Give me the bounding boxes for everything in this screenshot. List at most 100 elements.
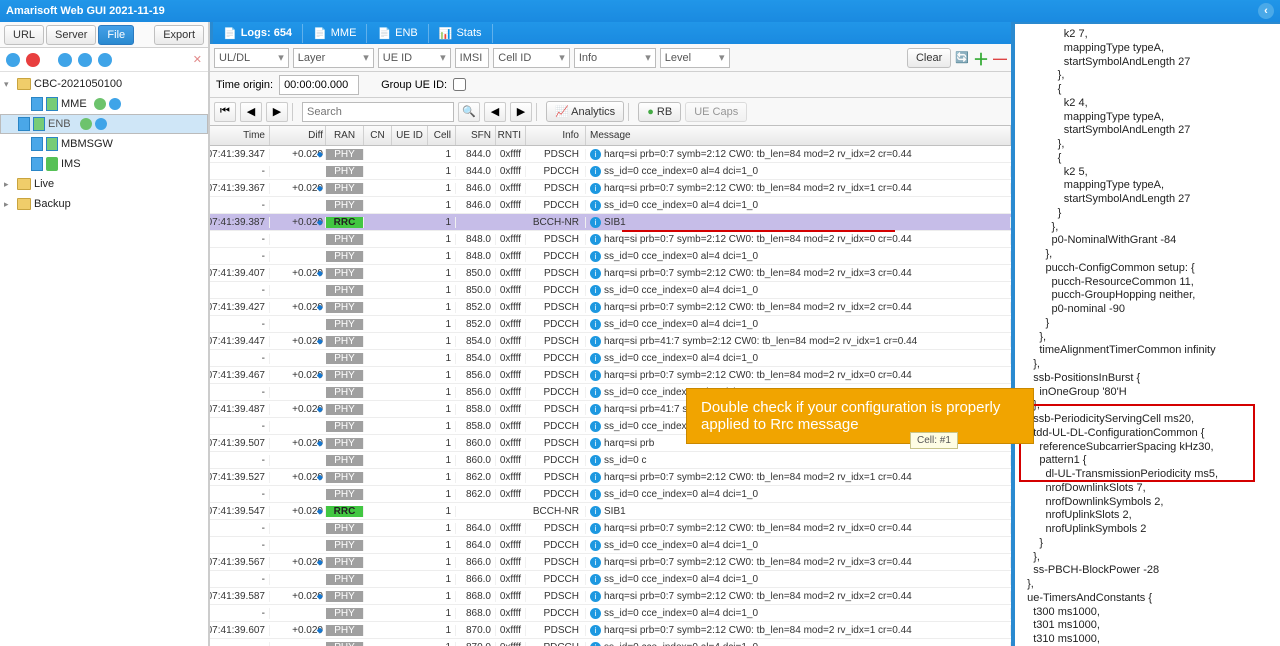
tree-root[interactable]: ▾CBC-2021050100 bbox=[0, 74, 208, 94]
table-row[interactable]: -⬥PHY1870.00xffffPDCCHiss_id=0 cce_index… bbox=[210, 639, 1011, 646]
detail-text: k2 7, mappingType typeA, startSymbolAndL… bbox=[1021, 28, 1218, 646]
binoculars-icon[interactable]: 🔍 bbox=[458, 102, 480, 122]
doc-icon: 📄 bbox=[377, 27, 391, 40]
table-row[interactable]: -⬥PHY1848.00xffffPDCCHiss_id=0 cce_index… bbox=[210, 248, 1011, 265]
goto-start-icon[interactable]: ⏮ bbox=[214, 102, 236, 122]
edit-icon[interactable] bbox=[80, 118, 92, 130]
next-result-icon[interactable]: ▶ bbox=[510, 102, 532, 122]
table-row[interactable]: -⬥PHY1866.00xffffPDCCHiss_id=0 cce_index… bbox=[210, 571, 1011, 588]
table-row[interactable]: 07:41:39.547+0.020⬥RRC1BCCH-NRiSIB1 bbox=[210, 503, 1011, 520]
doc-icon bbox=[31, 97, 43, 111]
timeorigin-label: Time origin: bbox=[216, 79, 273, 91]
filter-info[interactable]: Info▾ bbox=[574, 48, 656, 68]
filter-ueid[interactable]: UE ID▾ bbox=[378, 48, 451, 68]
rb-button[interactable]: ● RB bbox=[638, 102, 681, 122]
add-icon[interactable]: ＋ bbox=[973, 46, 989, 70]
clear-button[interactable]: Clear bbox=[907, 48, 951, 68]
export-button[interactable]: Export bbox=[154, 25, 204, 45]
play-icon[interactable] bbox=[58, 53, 72, 67]
th-ran[interactable]: RAN bbox=[326, 126, 364, 145]
filter-uldl[interactable]: UL/DL▾ bbox=[214, 48, 289, 68]
table-row[interactable]: -⬥PHY1846.00xffffPDCCHiss_id=0 cce_index… bbox=[210, 197, 1011, 214]
th-diff[interactable]: Diff bbox=[270, 126, 326, 145]
th-rnti[interactable]: RNTI bbox=[496, 126, 526, 145]
th-sfn[interactable]: SFN bbox=[456, 126, 496, 145]
folder-icon bbox=[17, 178, 31, 190]
remove-icon[interactable] bbox=[26, 53, 40, 67]
uecaps-button[interactable]: UE Caps bbox=[685, 102, 747, 122]
folder-icon bbox=[17, 198, 31, 210]
refresh-icon[interactable]: 🔄 bbox=[955, 51, 969, 64]
phone-icon bbox=[46, 157, 58, 171]
th-msg[interactable]: Message bbox=[586, 126, 1011, 145]
server-button[interactable]: Server bbox=[46, 25, 96, 45]
table-row[interactable]: 07:41:39.527+0.020⬥PHY1862.00xffffPDSCHi… bbox=[210, 469, 1011, 486]
url-button[interactable]: URL bbox=[4, 25, 44, 45]
table-row[interactable]: 07:41:39.347+0.020⬥PHY1844.00xffffPDSCHi… bbox=[210, 146, 1011, 163]
doc-icon bbox=[46, 137, 58, 151]
table-row[interactable]: -⬥PHY1862.00xffffPDCCHiss_id=0 cce_index… bbox=[210, 486, 1011, 503]
tab-logs[interactable]: 📄Logs: 654 bbox=[213, 24, 303, 43]
logs-icon: 📄 bbox=[223, 27, 237, 40]
th-cn[interactable]: CN bbox=[364, 126, 392, 145]
table-row[interactable]: -⬥PHY1852.00xffffPDCCHiss_id=0 cce_index… bbox=[210, 316, 1011, 333]
table-row[interactable]: -⬥PHY1854.00xffffPDCCHiss_id=0 cce_index… bbox=[210, 350, 1011, 367]
folder-icon bbox=[17, 78, 31, 90]
prev-icon[interactable]: ◀ bbox=[240, 102, 262, 122]
table-row[interactable]: 07:41:39.427+0.020⬥PHY1852.00xffffPDSCHi… bbox=[210, 299, 1011, 316]
tree-mbmsgw[interactable]: MBMSGW bbox=[0, 134, 208, 154]
table-row[interactable]: 07:41:39.567+0.020⬥PHY1866.00xffffPDSCHi… bbox=[210, 554, 1011, 571]
add-icon[interactable] bbox=[6, 53, 20, 67]
table-row[interactable]: 07:41:39.587+0.020⬥PHY1868.00xffffPDSCHi… bbox=[210, 588, 1011, 605]
tab-stats[interactable]: 📊Stats bbox=[429, 24, 493, 43]
table-row[interactable]: 07:41:39.447+0.020⬥PHY1854.00xffffPDSCHi… bbox=[210, 333, 1011, 350]
table-row[interactable]: 07:41:39.607+0.020⬥PHY1870.00xffffPDSCHi… bbox=[210, 622, 1011, 639]
table-row[interactable]: -⬥PHY1850.00xffffPDCCHiss_id=0 cce_index… bbox=[210, 282, 1011, 299]
table-row[interactable]: -⬥PHY1864.00xffffPDCCHiss_id=0 cce_index… bbox=[210, 537, 1011, 554]
tree-mme[interactable]: MME bbox=[0, 94, 208, 114]
tab-mme[interactable]: 📄MME bbox=[303, 24, 367, 43]
search-input[interactable] bbox=[302, 102, 454, 122]
table-row[interactable]: 07:41:39.387+0.020⬥RRC1BCCH-NRiSIB1 bbox=[210, 214, 1011, 231]
file-tree: ▾CBC-2021050100 MME ENB MBMSGW IMS ▸Live… bbox=[0, 72, 208, 646]
table-row[interactable]: 07:41:39.367+0.020⬥PHY1846.00xffffPDSCHi… bbox=[210, 180, 1011, 197]
table-row[interactable]: -⬥PHY1864.00xffffPDSCHiharq=si prb=0:7 s… bbox=[210, 520, 1011, 537]
tree-backup[interactable]: ▸Backup bbox=[0, 194, 208, 214]
filter-layer[interactable]: Layer▾ bbox=[293, 48, 374, 68]
tree-enb[interactable]: ENB bbox=[0, 114, 208, 134]
tree-ims[interactable]: IMS bbox=[0, 154, 208, 174]
titlebar: Amarisoft Web GUI 2021-11-19 ‹ bbox=[0, 0, 1280, 22]
table-row[interactable]: 07:41:39.467+0.020⬥PHY1856.00xffffPDSCHi… bbox=[210, 367, 1011, 384]
edit-icon[interactable] bbox=[94, 98, 106, 110]
next-icon[interactable]: ▶ bbox=[266, 102, 288, 122]
tree-live[interactable]: ▸Live bbox=[0, 174, 208, 194]
filter-level[interactable]: Level▾ bbox=[660, 48, 730, 68]
collapse-left-icon[interactable]: ‹ bbox=[1258, 3, 1274, 19]
table-row[interactable]: -⬥PHY1844.00xffffPDCCHiss_id=0 cce_index… bbox=[210, 163, 1011, 180]
chart-icon: 📊 bbox=[439, 27, 453, 40]
detail-panel[interactable]: k2 7, mappingType typeA, startSymbolAndL… bbox=[1015, 22, 1280, 646]
play-icon[interactable] bbox=[95, 118, 107, 130]
reload-icon[interactable] bbox=[98, 53, 112, 67]
th-info[interactable]: Info bbox=[526, 126, 586, 145]
close-icon[interactable]: ✕ bbox=[193, 53, 202, 66]
filter-cellid[interactable]: Cell ID▾ bbox=[493, 48, 570, 68]
play-icon[interactable] bbox=[109, 98, 121, 110]
table-row[interactable]: -⬥PHY1868.00xffffPDCCHiss_id=0 cce_index… bbox=[210, 605, 1011, 622]
th-ueid[interactable]: UE ID bbox=[392, 126, 428, 145]
table-row[interactable]: -⬥PHY1848.00xffffPDSCHiharq=si prb=0:7 s… bbox=[210, 231, 1011, 248]
analytics-button[interactable]: 📈 Analytics bbox=[546, 101, 624, 122]
th-time[interactable]: Time bbox=[210, 126, 270, 145]
prev-result-icon[interactable]: ◀ bbox=[484, 102, 506, 122]
th-cell[interactable]: Cell bbox=[428, 126, 456, 145]
timeorigin-input[interactable]: 00:00:00.000 bbox=[279, 75, 359, 95]
refresh-icon[interactable] bbox=[78, 53, 92, 67]
app-title: Amarisoft Web GUI 2021-11-19 bbox=[6, 5, 165, 17]
tab-enb[interactable]: 📄ENB bbox=[367, 24, 428, 43]
file-button[interactable]: File bbox=[98, 25, 134, 45]
remove-icon[interactable]: — bbox=[993, 50, 1007, 66]
groupueid-checkbox[interactable] bbox=[453, 78, 466, 91]
table-row[interactable]: -⬥PHY1860.00xffffPDCCHiss_id=0 c bbox=[210, 452, 1011, 469]
filter-imsi[interactable]: IMSI bbox=[455, 48, 490, 68]
table-row[interactable]: 07:41:39.407+0.020⬥PHY1850.00xffffPDSCHi… bbox=[210, 265, 1011, 282]
